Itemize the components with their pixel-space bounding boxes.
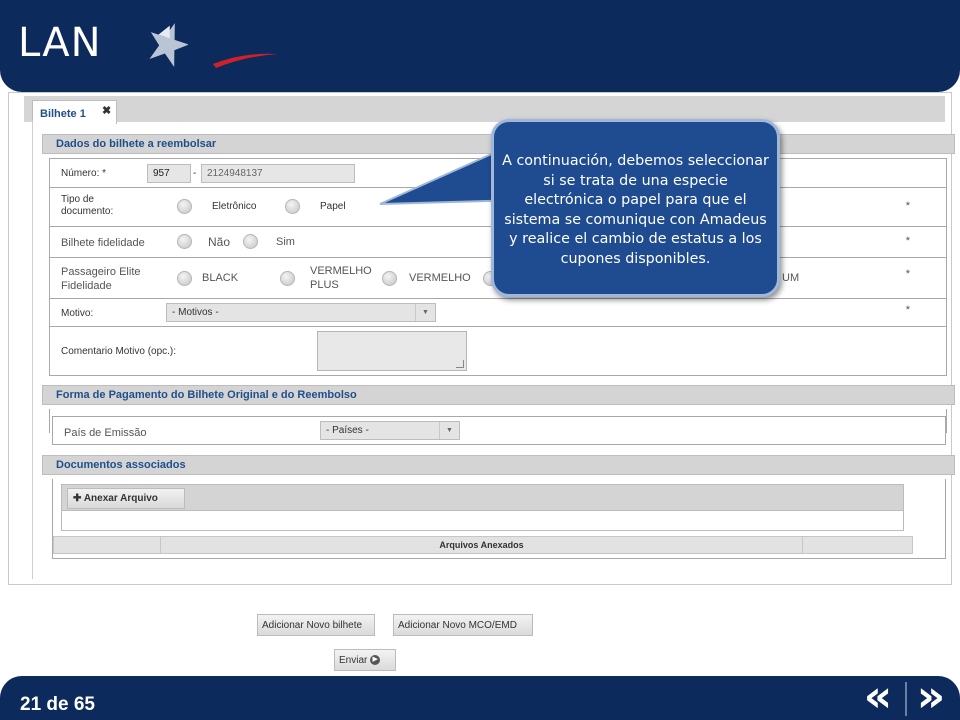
header-bar: LAN <box>0 0 960 92</box>
section-header-pagamento[interactable]: Forma de Pagamento do Bilhete Original e… <box>42 385 955 405</box>
ticket-number-input[interactable]: 2124948137 <box>201 164 355 183</box>
option-vermelho-plus-1: VERMELHO <box>310 265 372 277</box>
pais-select-value: - Países - <box>326 425 369 436</box>
option-vermelho: VERMELHO <box>409 272 471 284</box>
documentos-form: ✚ Anexar Arquivo Arquivos Anexados <box>52 479 946 559</box>
next-slide-icon[interactable]: » <box>910 675 952 719</box>
radio-black[interactable] <box>177 271 192 286</box>
option-nao: Não <box>208 235 231 249</box>
table-head-cell-left <box>53 536 161 554</box>
ticket-prefix-input[interactable]: 957 <box>147 164 191 183</box>
footer-bar <box>0 676 960 720</box>
row-comentario: Comentario Motivo (opc.): <box>50 327 946 377</box>
tipo-documento-label-2: documento: <box>61 206 114 217</box>
nav-divider <box>905 682 907 716</box>
elite-label-2: Fidelidade <box>61 280 112 292</box>
slide: LAN Bilhete 1 ✖ Dados do bilhete a reemb… <box>0 0 960 720</box>
section-header-documentos[interactable]: Documentos associados <box>42 455 955 475</box>
page-counter: 21 de 65 <box>20 694 95 715</box>
attach-file-button[interactable]: ✚ Anexar Arquivo <box>67 488 185 509</box>
tab-label: Bilhete 1 <box>40 108 86 120</box>
send-button[interactable]: Enviar ▶ <box>334 649 396 671</box>
comentario-label: Comentario Motivo (opc.): <box>61 346 177 357</box>
required-marker: * <box>905 304 910 316</box>
option-black: BLACK <box>202 272 239 284</box>
radio-vermelho[interactable] <box>382 271 397 286</box>
option-eletronico: Eletrônico <box>212 201 257 212</box>
radio-sim[interactable] <box>243 234 258 249</box>
option-papel: Papel <box>320 201 346 212</box>
pagamento-form: País de Emissão - Países - ▼ <box>52 416 946 445</box>
table-header-arquivos: Arquivos Anexados <box>160 536 803 554</box>
option-partial: UM <box>782 272 800 284</box>
tab-bar: Bilhete 1 ✖ <box>24 96 945 124</box>
add-ticket-button[interactable]: Adicionar Novo bilhete <box>257 614 375 636</box>
chevron-down-icon: ▼ <box>415 304 435 321</box>
fidelidade-label: Bilhete fidelidade <box>61 237 145 249</box>
callout-text: A continuación, debemos seleccionar si s… <box>502 153 769 267</box>
motivo-select-value: - Motivos - <box>172 307 219 318</box>
logo-text: LAN <box>18 20 102 66</box>
resize-grip-icon[interactable] <box>456 360 464 368</box>
form-panel: Bilhete 1 ✖ Dados do bilhete a reembolsa… <box>8 92 955 585</box>
previous-slide-icon[interactable]: « <box>857 675 899 719</box>
required-marker: * <box>905 200 910 212</box>
logo-swoosh-icon <box>213 53 278 68</box>
plus-icon: ✚ <box>73 493 82 504</box>
tipo-documento-label-1: Tipo de <box>61 194 94 205</box>
tutorial-callout: A continuación, debemos seleccionar si s… <box>491 119 780 297</box>
required-marker: * <box>905 235 910 247</box>
attach-file-label: Anexar Arquivo <box>83 493 158 504</box>
radio-nao[interactable] <box>177 234 192 249</box>
arrow-right-icon: ▶ <box>370 655 381 666</box>
pais-label: País de Emissão <box>64 427 147 439</box>
numero-separator: - <box>193 168 197 179</box>
radio-papel[interactable] <box>285 199 300 214</box>
tab-content: Dados do bilhete a reembolsar Número: * … <box>32 121 955 579</box>
motivo-select[interactable]: - Motivos - ▼ <box>166 303 436 322</box>
row-motivo: Motivo: - Motivos - ▼ * <box>50 299 946 327</box>
lan-logo: LAN <box>18 18 278 74</box>
close-icon[interactable]: ✖ <box>102 104 111 117</box>
comentario-textarea[interactable] <box>317 331 467 371</box>
chevron-down-icon: ▼ <box>439 422 459 439</box>
attach-dropzone[interactable] <box>61 511 904 531</box>
radio-eletronico[interactable] <box>177 199 192 214</box>
option-sim: Sim <box>276 236 295 248</box>
add-mco-button[interactable]: Adicionar Novo MCO/EMD <box>393 614 533 636</box>
option-vermelho-plus-2: PLUS <box>310 279 339 291</box>
radio-vermelho-plus[interactable] <box>280 271 295 286</box>
table-head-cell-right <box>802 536 913 554</box>
motivo-label: Motivo: <box>61 308 94 319</box>
elite-label-1: Passageiro Elite <box>61 266 141 278</box>
send-label: Enviar <box>339 655 368 666</box>
attach-toolbar: ✚ Anexar Arquivo <box>61 484 904 511</box>
required-marker: * <box>905 268 910 280</box>
numero-label: Número: * <box>61 168 107 179</box>
pais-select[interactable]: - Países - ▼ <box>320 421 460 440</box>
